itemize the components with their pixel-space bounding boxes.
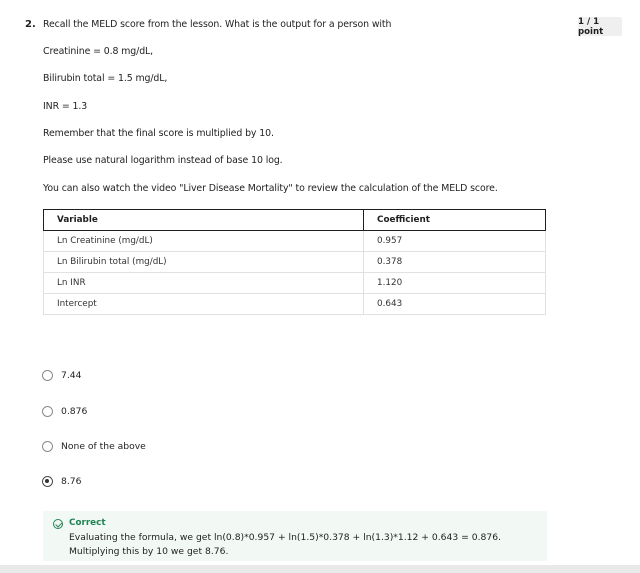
cell-variable: Intercept [43, 293, 364, 315]
question-prompt: Recall the MELD score from the lesson. W… [43, 19, 392, 30]
cell-coefficient: 0.378 [363, 251, 546, 273]
cell-variable: Ln Creatinine (mg/dL) [43, 230, 364, 252]
option-8-76[interactable]: 8.76 [42, 476, 81, 487]
table-header-row: Variable Coefficient [43, 209, 546, 231]
bottom-scrollbar[interactable] [0, 565, 640, 573]
radio-button-selected[interactable] [42, 476, 53, 487]
creatinine-line: Creatinine = 0.8 mg/dL, [43, 46, 154, 57]
option-7-44[interactable]: 7.44 [42, 370, 81, 381]
coefficient-table: Variable Coefficient Ln Creatinine (mg/d… [43, 209, 546, 315]
question-number: 2. [25, 19, 36, 30]
header-variable: Variable [43, 209, 364, 231]
feedback-title: Correct [69, 518, 106, 528]
table-row: Intercept 0.643 [43, 293, 546, 315]
bilirubin-line: Bilirubin total = 1.5 mg/dL, [43, 73, 168, 84]
log-note: Please use natural logarithm instead of … [43, 155, 283, 166]
option-0-876[interactable]: 0.876 [42, 406, 87, 417]
feedback-text: Evaluating the formula, we get ln(0.8)*0… [69, 532, 501, 557]
option-none-of-the-above[interactable]: None of the above [42, 441, 146, 452]
radio-button[interactable] [42, 441, 53, 452]
cell-coefficient: 0.643 [363, 293, 546, 315]
option-label: 7.44 [61, 370, 82, 381]
table-row: Ln Creatinine (mg/dL) 0.957 [43, 230, 546, 252]
video-note: You can also watch the video "Liver Dise… [43, 183, 498, 194]
score-badge: 1 / 1 point [578, 17, 622, 37]
table-row: Ln Bilirubin total (mg/dL) 0.378 [43, 251, 546, 273]
radio-button[interactable] [42, 370, 53, 381]
cell-coefficient: 0.957 [363, 230, 546, 252]
option-label: 0.876 [61, 406, 88, 417]
check-circle-icon [53, 519, 63, 529]
option-label: 8.76 [61, 476, 82, 487]
multiply-note: Remember that the final score is multipl… [43, 128, 274, 139]
radio-button[interactable] [42, 406, 53, 417]
header-coefficient: Coefficient [363, 209, 546, 231]
cell-variable: Ln Bilirubin total (mg/dL) [43, 251, 364, 273]
feedback-panel: Correct Evaluating the formula, we get l… [43, 511, 547, 561]
cell-coefficient: 1.120 [363, 272, 546, 294]
option-label: None of the above [61, 441, 146, 452]
inr-line: INR = 1.3 [43, 101, 88, 112]
cell-variable: Ln INR [43, 272, 364, 294]
table-row: Ln INR 1.120 [43, 272, 546, 294]
